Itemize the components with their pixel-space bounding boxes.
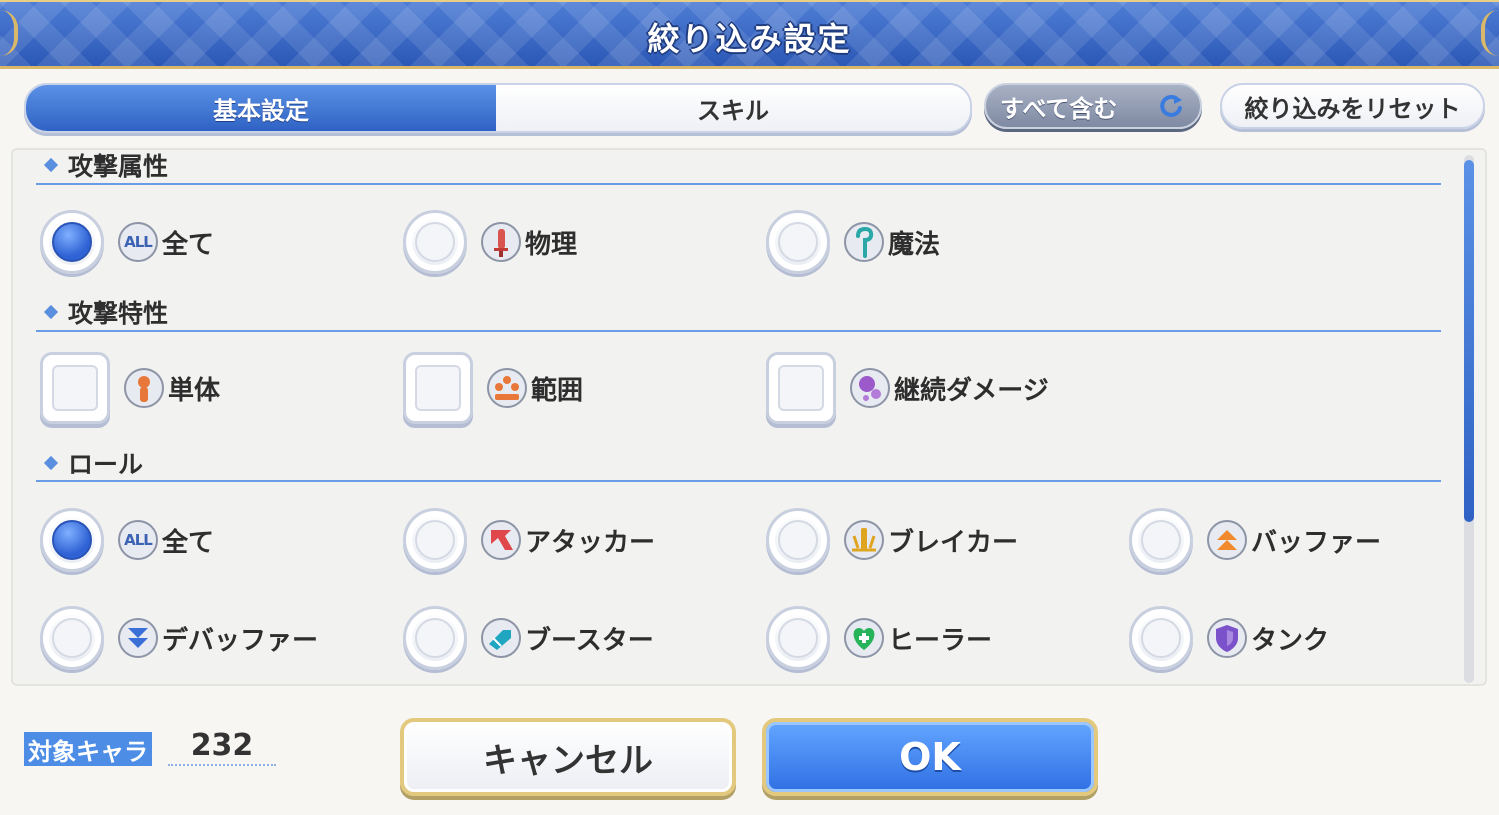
cancel-button[interactable]: キャンセル: [400, 718, 736, 796]
option-label: ブースター: [525, 625, 654, 656]
magic-staff-icon: [844, 222, 884, 262]
option-label: タンク: [1251, 625, 1330, 656]
section-title-text: ロール: [68, 450, 144, 479]
section-title-attack-attribute: 攻撃属性: [40, 149, 168, 181]
diamond-bullet-icon: [43, 455, 59, 471]
radio-button[interactable]: [40, 210, 104, 274]
option-label: ブレイカー: [888, 527, 1019, 558]
all-icon: ALL: [118, 520, 158, 560]
all-icon: ALL: [118, 222, 158, 262]
option-trait-dot[interactable]: 継続ダメージ: [766, 352, 1049, 424]
buffer-icon: [1207, 520, 1247, 560]
radio-button[interactable]: [40, 508, 104, 572]
section-divider: [36, 183, 1441, 185]
area-icon: [487, 368, 527, 408]
tab-bar: 基本設定 スキル: [24, 83, 972, 133]
include-all-label: すべて含む: [1000, 94, 1118, 123]
option-role-attacker[interactable]: アタッカー: [403, 504, 655, 576]
section-title-attack-trait: 攻撃特性: [40, 296, 168, 328]
dialog-title: 絞り込み設定: [647, 20, 852, 58]
option-role-all[interactable]: ALL 全て: [40, 504, 214, 576]
reset-filter-button[interactable]: 絞り込みをリセット: [1220, 83, 1485, 129]
target-character-label: 対象キャラ: [24, 732, 152, 766]
scrollbar-thumb[interactable]: [1464, 160, 1474, 522]
section-title-role: ロール: [40, 447, 143, 479]
breaker-icon: [844, 520, 884, 560]
section-divider: [36, 330, 1441, 332]
option-role-healer[interactable]: ヒーラー: [766, 602, 992, 674]
option-label: バッファー: [1251, 527, 1382, 558]
tab-basic-settings[interactable]: 基本設定: [26, 85, 496, 131]
option-role-buffer[interactable]: バッファー: [1129, 504, 1381, 576]
option-role-debuffer[interactable]: デバッファー: [40, 602, 318, 674]
diamond-bullet-icon: [43, 157, 59, 173]
tank-shield-icon: [1207, 618, 1247, 658]
debuffer-icon: [118, 618, 158, 658]
option-label: デバッファー: [162, 625, 319, 656]
option-label: ヒーラー: [888, 625, 993, 656]
tab-skill[interactable]: スキル: [496, 85, 970, 131]
radio-button[interactable]: [403, 210, 467, 274]
option-role-breaker[interactable]: ブレイカー: [766, 504, 1018, 576]
ok-button[interactable]: OK: [762, 718, 1098, 796]
option-label: 全て: [162, 229, 215, 260]
radio-button[interactable]: [403, 508, 467, 572]
radio-button[interactable]: [766, 210, 830, 274]
option-label: 継続ダメージ: [894, 375, 1049, 406]
healer-icon: [844, 618, 884, 658]
single-target-icon: [124, 368, 164, 408]
refresh-icon: [1160, 94, 1182, 117]
option-label: 物理: [525, 229, 578, 260]
include-all-button[interactable]: すべて含む: [984, 83, 1202, 129]
section-title-text: 攻撃特性: [68, 299, 169, 328]
radio-button[interactable]: [766, 508, 830, 572]
checkbox[interactable]: [766, 352, 836, 424]
option-label: 魔法: [888, 229, 941, 260]
option-role-tank[interactable]: タンク: [1129, 602, 1329, 674]
checkbox[interactable]: [40, 352, 110, 424]
option-role-booster[interactable]: ブースター: [403, 602, 654, 674]
option-attribute-physical[interactable]: 物理: [403, 206, 577, 278]
option-label: アタッカー: [525, 527, 656, 558]
damage-over-time-icon: [850, 368, 890, 408]
radio-button[interactable]: [766, 606, 830, 670]
target-character-count: 232: [168, 728, 276, 766]
radio-button[interactable]: [403, 606, 467, 670]
option-label: 単体: [168, 375, 221, 406]
option-trait-area[interactable]: 範囲: [403, 352, 583, 424]
radio-button[interactable]: [40, 606, 104, 670]
filter-dialog: 絞り込み設定 基本設定 スキル すべて含む 絞り込みをリセット 攻撃属性 ALL…: [0, 0, 1499, 815]
booster-icon: [481, 618, 521, 658]
attacker-icon: [481, 520, 521, 560]
checkbox[interactable]: [403, 352, 473, 424]
section-divider: [36, 480, 1441, 482]
radio-button[interactable]: [1129, 606, 1193, 670]
radio-button[interactable]: [1129, 508, 1193, 572]
option-attribute-all[interactable]: ALL 全て: [40, 206, 214, 278]
dialog-header: 絞り込み設定: [0, 0, 1499, 69]
diamond-bullet-icon: [43, 304, 59, 320]
section-title-text: 攻撃属性: [68, 152, 169, 181]
option-label: 範囲: [531, 375, 584, 406]
physical-sword-icon: [481, 222, 521, 262]
option-attribute-magic[interactable]: 魔法: [766, 206, 940, 278]
option-trait-single[interactable]: 単体: [40, 352, 220, 424]
option-label: 全て: [162, 527, 215, 558]
